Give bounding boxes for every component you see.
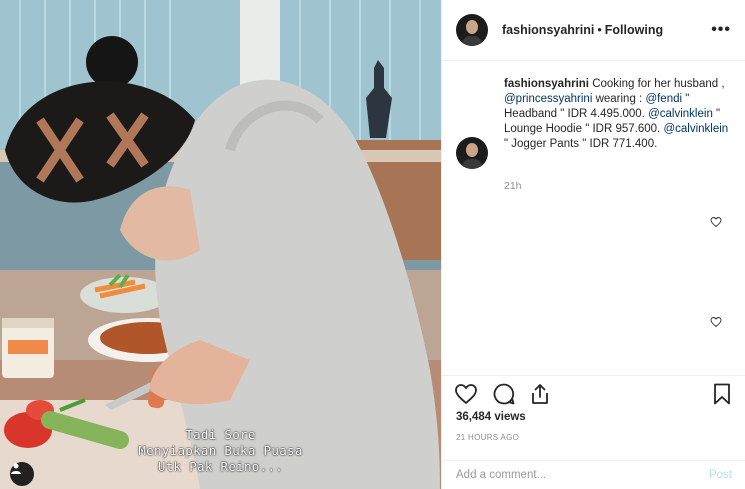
post-header: fashionsyahrini • Following •••: [442, 0, 745, 61]
caption-avatar[interactable]: [456, 137, 488, 169]
header-username[interactable]: fashionsyahrini: [502, 23, 594, 37]
post-video[interactable]: Tadi Sore Menyiapkan Buka Puasa Utk Pak …: [0, 0, 441, 489]
mention-link[interactable]: @fendi: [645, 93, 682, 105]
post-button[interactable]: Post: [709, 469, 732, 481]
caption-text-part: Cooking for her husband ,: [589, 78, 725, 90]
comment-icon[interactable]: [492, 382, 516, 406]
following-button[interactable]: Following: [605, 23, 663, 37]
caption-text-part: wearing :: [592, 93, 646, 105]
more-icon[interactable]: •••: [711, 21, 731, 39]
share-icon[interactable]: [528, 382, 552, 406]
overlay-line: Menyiapkan Buka Puasa: [138, 443, 303, 458]
heart-icon[interactable]: [454, 382, 478, 406]
avatar[interactable]: [456, 14, 488, 46]
view-count[interactable]: 36,484 views: [456, 411, 526, 423]
caption-text: fashionsyahrini Cooking for her husband …: [504, 77, 732, 152]
header-separator: •: [597, 23, 602, 37]
caption-time: 21h: [504, 180, 522, 192]
post-actions: 36,484 views 21 HOURS AGO Post: [442, 375, 745, 489]
caption-username[interactable]: fashionsyahrini: [504, 78, 589, 90]
comment-input[interactable]: [456, 469, 686, 481]
action-icons: [454, 382, 734, 410]
add-comment-bar: Post: [442, 460, 745, 489]
user-tag-icon[interactable]: [10, 462, 34, 486]
posted-time: 21 HOURS AGO: [456, 433, 520, 442]
video-overlay-text: Tadi Sore Menyiapkan Buka Puasa Utk Pak …: [0, 427, 441, 475]
mention-link[interactable]: @calvinklein: [663, 123, 728, 135]
comments-section: fashionsyahrini Cooking for her husband …: [442, 61, 745, 375]
bookmark-icon[interactable]: [710, 382, 734, 406]
overlay-line: Utk Pak Reino...: [157, 459, 284, 474]
video-frame: [0, 0, 441, 489]
comment-like-heart-icon[interactable]: [710, 216, 722, 228]
mention-link[interactable]: @calvinklein: [648, 108, 713, 120]
post-sidebar: fashionsyahrini • Following ••• fashions…: [441, 0, 745, 489]
caption: fashionsyahrini Cooking for her husband …: [456, 77, 732, 169]
caption-text-part: " Jogger Pants " IDR 771.400.: [504, 138, 658, 150]
comment-like-heart-icon[interactable]: [710, 316, 722, 328]
mention-link[interactable]: @princessyahrini: [504, 93, 592, 105]
overlay-line: Tadi Sore: [185, 427, 256, 442]
